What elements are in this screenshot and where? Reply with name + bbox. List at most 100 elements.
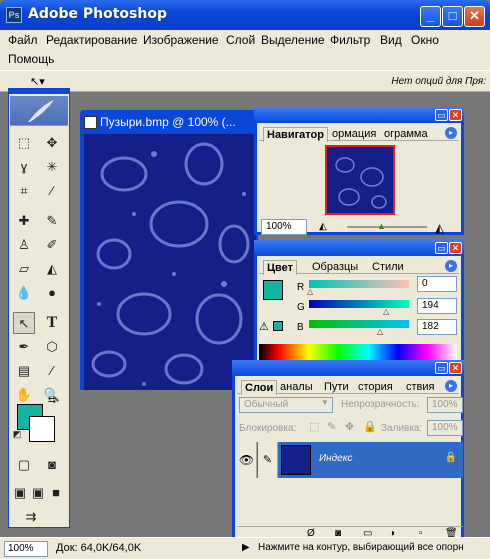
layer-row[interactable]: 👁 ✎ Индекс 🔒 — [237, 442, 463, 478]
hand-tool-icon[interactable]: ✋ — [13, 384, 35, 406]
document-title[interactable]: Пузыри.bmp @ 100% (... — [100, 115, 256, 129]
menu-filter[interactable]: Фильтр — [330, 33, 370, 47]
b-value-field[interactable]: 182 — [417, 319, 457, 335]
screen-mode-full-icon[interactable]: ■ — [47, 482, 65, 504]
zoom-out-icon[interactable]: ◭ — [319, 221, 339, 233]
layer-brush-icon[interactable]: ✎ — [258, 442, 278, 478]
color-fg-swatch[interactable] — [263, 280, 283, 300]
color-close-button[interactable]: ✕ — [449, 242, 462, 254]
lock-all-icon[interactable]: 🔒 — [363, 420, 377, 433]
color-panel-titlebar[interactable]: ▭ ✕ — [254, 240, 464, 256]
history-brush-icon[interactable]: ✐ — [41, 234, 63, 256]
image-canvas[interactable] — [84, 134, 256, 390]
navigator-zoom-field[interactable]: 100% — [261, 219, 307, 235]
lock-image-icon[interactable]: ✎ — [327, 420, 336, 433]
menu-edit[interactable]: Редактирование — [46, 33, 137, 47]
move-tool-icon[interactable]: ✥ — [41, 132, 63, 154]
menu-help[interactable]: Помощь — [8, 52, 54, 66]
zoom-in-icon[interactable]: ◭ — [435, 221, 444, 235]
marquee-tool-icon[interactable]: ⬚ — [13, 132, 35, 154]
blend-mode-chevron-down-icon[interactable]: ▼ — [321, 398, 329, 407]
tab-swatches[interactable]: Образцы — [309, 260, 361, 275]
lock-position-icon[interactable]: ✥ — [345, 420, 354, 433]
r-slider[interactable] — [309, 280, 409, 288]
status-zoom-field[interactable]: 100% — [4, 541, 48, 557]
layer-thumbnail[interactable] — [281, 445, 311, 475]
clone-stamp-icon[interactable]: ♙ — [13, 234, 35, 256]
close-button[interactable]: ✕ — [464, 6, 485, 27]
screen-mode-standard-icon[interactable]: ▣ — [11, 482, 29, 504]
menu-view[interactable]: Вид — [380, 33, 402, 47]
brush-tool-icon[interactable]: ✎ — [41, 210, 63, 232]
eyedropper-icon[interactable]: ⁄ — [41, 360, 63, 382]
menu-image[interactable]: Изображение — [143, 33, 219, 47]
tool-preset-icon[interactable]: ↖▾ — [30, 75, 45, 88]
gamut-warning-icon[interactable]: ⚠ — [259, 320, 269, 333]
screen-mode-full-menu-icon[interactable]: ▣ — [29, 482, 47, 504]
lasso-tool-icon[interactable]: ɣ — [13, 156, 35, 178]
tab-navigator[interactable]: Навигатор — [263, 127, 328, 142]
b-slider[interactable] — [309, 320, 409, 328]
lock-transparency-icon[interactable]: ⬚ — [309, 420, 319, 433]
navigator-slider-handle-icon[interactable]: ▲ — [377, 221, 386, 231]
background-color-swatch[interactable] — [29, 416, 55, 442]
gamut-color-swatch[interactable] — [273, 321, 283, 331]
menu-window[interactable]: Окно — [411, 33, 439, 47]
fill-field[interactable]: 100% — [427, 420, 463, 436]
layer-name[interactable]: Индекс — [319, 453, 352, 464]
layers-close-button[interactable]: ✕ — [449, 362, 462, 374]
navigator-panel-titlebar[interactable]: ▭ ✕ — [254, 107, 464, 123]
minimize-button[interactable]: _ — [420, 6, 441, 27]
blur-tool-icon[interactable]: 💧 — [13, 282, 35, 304]
color-menu-arrow-icon[interactable]: ▸ — [445, 260, 457, 272]
tab-layers[interactable]: Слои — [241, 380, 278, 395]
tab-channels[interactable]: аналы — [277, 380, 316, 395]
maximize-button[interactable]: □ — [442, 6, 463, 27]
tab-histogram[interactable]: ограмма — [381, 127, 431, 142]
eraser-tool-icon[interactable]: ▱ — [13, 258, 35, 280]
navigator-menu-arrow-icon[interactable]: ▸ — [445, 127, 457, 139]
tab-history[interactable]: стория — [355, 380, 396, 395]
menu-layer[interactable]: Слой — [226, 33, 255, 47]
notes-tool-icon[interactable]: ▤ — [13, 360, 35, 382]
r-value-field[interactable]: 0 — [417, 276, 457, 292]
g-slider-handle-icon[interactable]: △ — [383, 307, 389, 316]
magic-wand-icon[interactable]: ✳ — [41, 156, 63, 178]
swap-colors-icon[interactable]: ⇆ — [45, 394, 59, 408]
slice-tool-icon[interactable]: ⁄ — [41, 180, 63, 202]
default-colors-icon[interactable]: ◩ — [11, 428, 23, 440]
layers-panel-titlebar[interactable]: ▭ ✕ — [232, 360, 464, 376]
menu-select[interactable]: Выделение — [261, 33, 325, 47]
healing-brush-icon[interactable]: ✚ — [13, 210, 35, 232]
r-slider-handle-icon[interactable]: △ — [307, 287, 313, 296]
type-tool-icon[interactable]: T — [41, 312, 63, 334]
jump-to-imageready-icon[interactable]: ⇉ — [13, 506, 49, 528]
navigator-zoom-slider[interactable] — [347, 226, 427, 228]
pen-tool-icon[interactable]: ✒ — [13, 336, 35, 358]
standard-mode-icon[interactable]: ▢ — [13, 454, 35, 476]
shape-tool-icon[interactable]: ⬡ — [41, 336, 63, 358]
navigator-close-button[interactable]: ✕ — [449, 109, 462, 121]
layers-minimize-button[interactable]: ▭ — [435, 362, 448, 374]
navigator-thumbnail[interactable] — [325, 145, 395, 215]
tab-styles[interactable]: Стили — [369, 260, 407, 275]
tab-color[interactable]: Цвет — [263, 260, 298, 275]
g-slider[interactable] — [309, 300, 409, 308]
crop-tool-icon[interactable]: ⌗ — [13, 180, 35, 202]
quick-mask-icon[interactable]: ◙ — [41, 454, 63, 476]
dodge-tool-icon[interactable]: ● — [41, 282, 63, 304]
layers-menu-arrow-icon[interactable]: ▸ — [445, 380, 457, 392]
g-value-field[interactable]: 194 — [417, 298, 457, 314]
navigator-minimize-button[interactable]: ▭ — [435, 109, 448, 121]
b-slider-handle-icon[interactable]: △ — [377, 327, 383, 336]
layer-visibility-eye-icon[interactable]: 👁 — [237, 442, 257, 478]
blend-mode-select[interactable]: Обычный — [239, 397, 333, 413]
tab-info[interactable]: ормация — [329, 127, 379, 142]
paint-bucket-icon[interactable]: ◭ — [41, 258, 63, 280]
menu-file[interactable]: Файл — [8, 33, 38, 47]
opacity-field[interactable]: 100% — [427, 397, 463, 413]
tab-actions[interactable]: ствия — [403, 380, 437, 395]
tab-paths[interactable]: Пути — [321, 380, 352, 395]
path-selection-icon[interactable]: ↖ — [13, 312, 35, 334]
color-minimize-button[interactable]: ▭ — [435, 242, 448, 254]
